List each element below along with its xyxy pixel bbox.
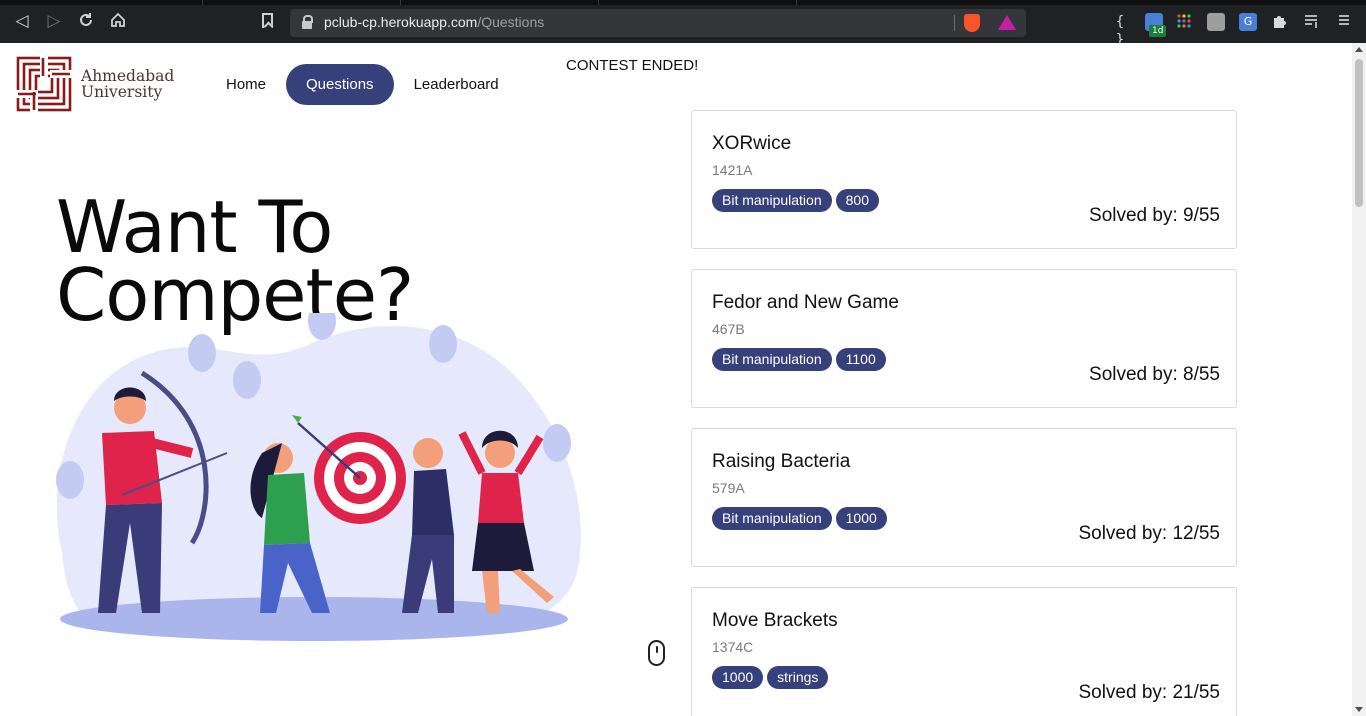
tag-badge: Bit manipulation [712, 348, 832, 371]
question-code: 1421A [712, 162, 753, 178]
forward-icon[interactable]: ▷ [44, 11, 64, 31]
question-title[interactable]: Raising Bacteria [712, 451, 850, 473]
logo-line-2: University [81, 83, 163, 101]
back-icon[interactable]: ◁ [12, 11, 32, 31]
extensions-puzzle-icon[interactable] [1271, 13, 1289, 31]
url-text[interactable]: pclub-cp.herokuapp.com/Questions [324, 14, 544, 30]
question-tags: Bit manipulation 1100 [712, 348, 890, 371]
main-nav: Home Questions Leaderboard [206, 64, 519, 105]
extension-badge: 1d [1149, 25, 1167, 37]
scroll-down-icon[interactable] [1355, 707, 1363, 712]
scroll-up-icon[interactable] [1355, 47, 1363, 52]
question-code: 1374C [712, 639, 754, 655]
home-icon[interactable] [108, 11, 128, 31]
address-bar[interactable]: pclub-cp.herokuapp.com/Questions [290, 9, 1026, 37]
question-title[interactable]: XORwice [712, 133, 791, 155]
question-card[interactable]: Raising Bacteria 579A Bit manipulation 1… [691, 428, 1237, 567]
questions-list: XORwice 1421A Bit manipulation 800 Solve… [691, 110, 1237, 716]
solved-count: Solved by: 21/55 [1078, 682, 1220, 703]
tag-badge: 800 [835, 189, 879, 212]
tag-badge: Bit manipulation [712, 507, 832, 530]
question-title[interactable]: Fedor and New Game [712, 292, 899, 314]
omnibox-divider [954, 15, 955, 31]
solved-count: Solved by: 8/55 [1089, 364, 1220, 385]
tab-separator [202, 0, 203, 5]
university-logo[interactable]: Ahmedabad University [16, 56, 174, 112]
tag-badge: strings [767, 666, 829, 689]
nav-leaderboard[interactable]: Leaderboard [394, 64, 519, 105]
lock-icon [302, 15, 313, 29]
question-card[interactable]: Move Brackets 1374C 1000 strings Solved … [691, 587, 1237, 716]
nav-questions[interactable]: Questions [286, 64, 394, 105]
brave-shields-icon[interactable] [964, 14, 980, 32]
university-logo-text: Ahmedabad University [81, 68, 174, 100]
competition-illustration [56, 313, 581, 641]
tag-badge: 1100 [835, 348, 886, 371]
logo-line-1: Ahmedabad [81, 67, 175, 85]
brave-rewards-icon[interactable] [998, 15, 1016, 30]
hero-title: Want To Compete? [56, 185, 414, 331]
reading-list-icon[interactable] [1303, 13, 1321, 31]
question-code: 579A [712, 480, 745, 496]
tab-separator [796, 0, 797, 5]
question-tags: Bit manipulation 1000 [712, 507, 891, 530]
profile-extension-icon[interactable] [1207, 13, 1225, 31]
tag-badge: 1000 [712, 666, 764, 689]
solved-count: Solved by: 9/55 [1089, 205, 1220, 226]
question-card[interactable]: XORwice 1421A Bit manipulation 800 Solve… [691, 110, 1237, 249]
page-content: Ahmedabad University Home Questions Lead… [0, 43, 1352, 716]
contest-status: CONTEST ENDED! [566, 57, 699, 74]
bookmark-icon[interactable] [262, 13, 273, 28]
question-card[interactable]: Fedor and New Game 467B Bit manipulation… [691, 269, 1237, 408]
question-tags: 1000 strings [712, 666, 832, 689]
tab-strip [0, 0, 1366, 5]
json-extension-icon[interactable]: { } [1111, 13, 1129, 48]
tab-separator [400, 0, 401, 5]
question-tags: Bit manipulation 800 [712, 189, 883, 212]
scrollbar-thumb[interactable] [1355, 59, 1363, 207]
question-title[interactable]: Move Brackets [712, 610, 838, 632]
page-scrollbar[interactable] [1352, 43, 1366, 716]
tab-separator [598, 0, 599, 5]
reload-icon[interactable] [76, 11, 96, 31]
apps-grid-icon[interactable] [1175, 13, 1193, 31]
scroll-mouse-icon[interactable] [648, 640, 665, 666]
tag-badge: 1000 [835, 507, 887, 530]
question-code: 467B [712, 321, 745, 337]
browser-menu-icon[interactable] [1335, 13, 1353, 31]
nav-home[interactable]: Home [206, 64, 286, 105]
browser-toolbar: ◁ ▷ pclub-cp.herokuapp.com/Questions { }… [0, 0, 1366, 48]
translate-icon[interactable]: G [1239, 13, 1257, 31]
hero-title-line-1: Want To [56, 185, 333, 269]
tag-badge: Bit manipulation [712, 189, 832, 212]
university-logo-mark [16, 56, 72, 112]
solved-count: Solved by: 12/55 [1078, 523, 1220, 544]
